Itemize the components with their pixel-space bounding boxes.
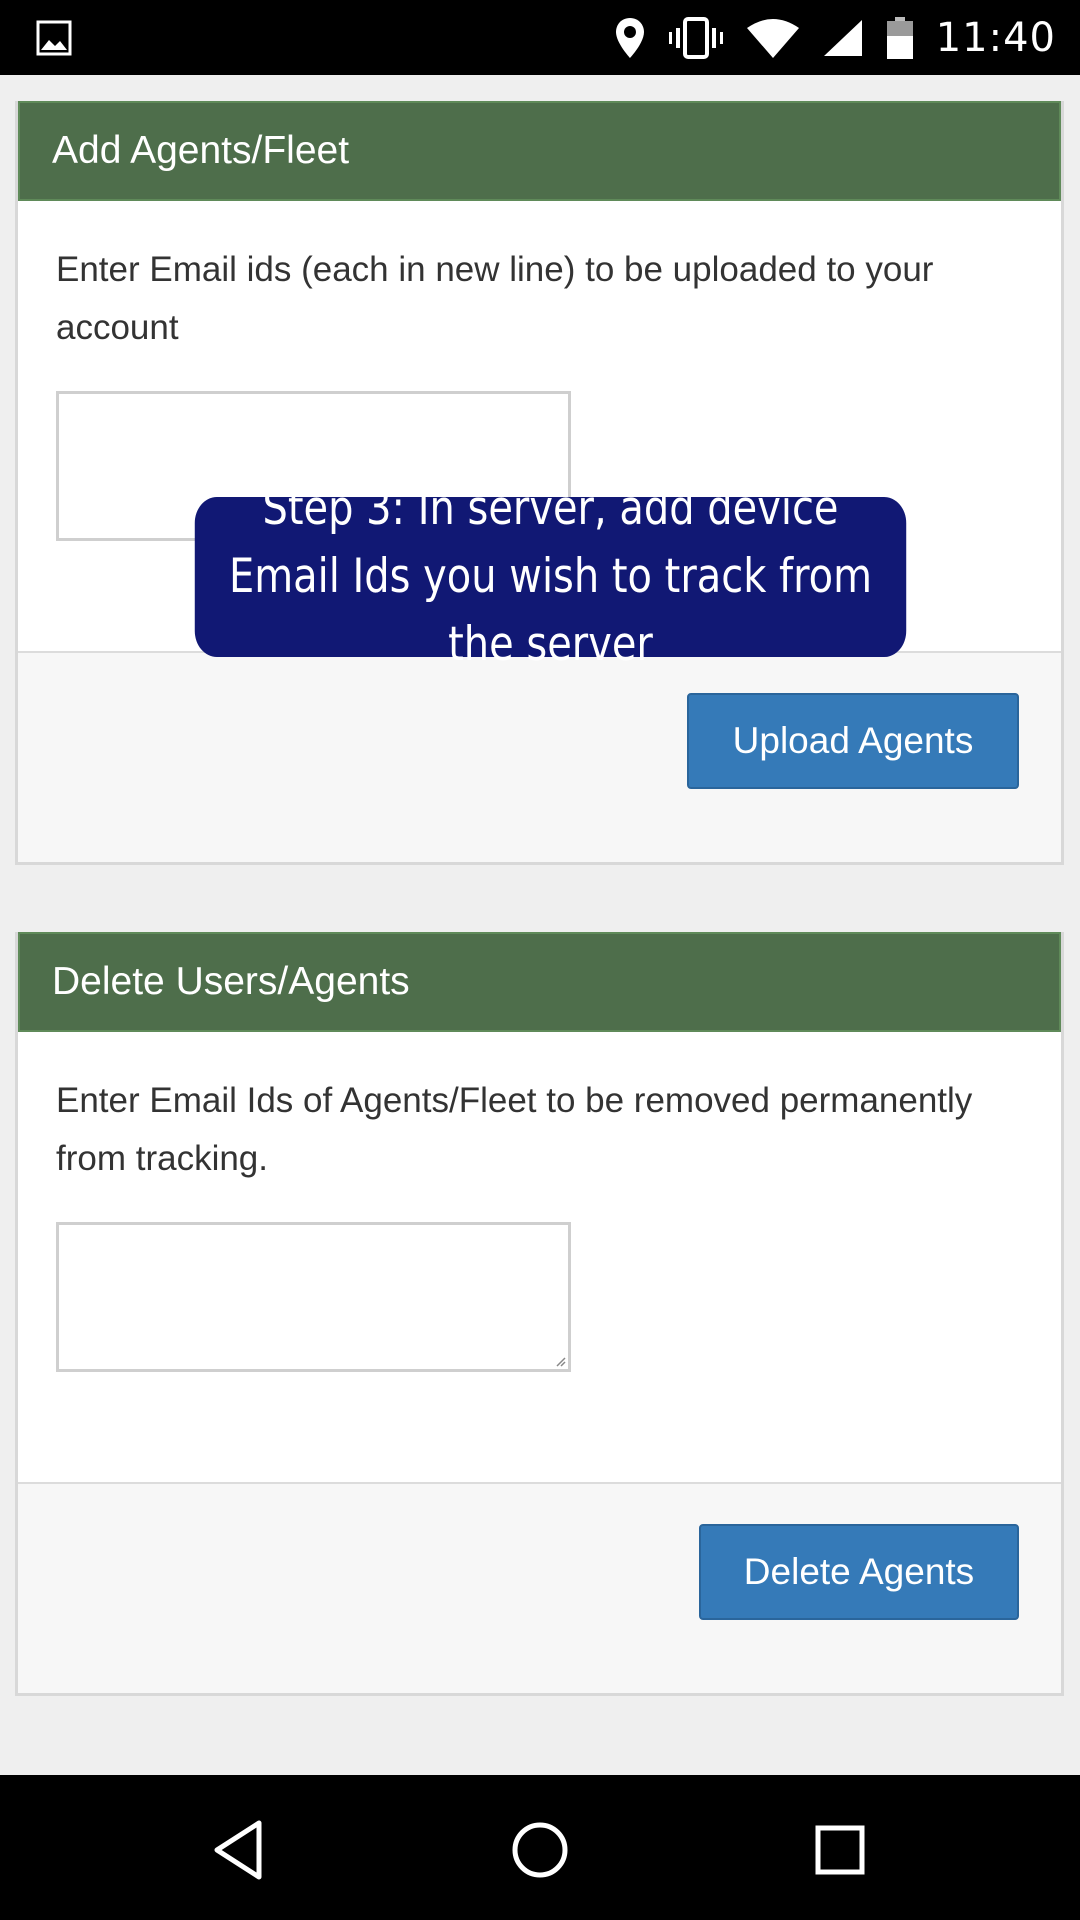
delete-agents-panel-title: Delete Users/Agents <box>18 932 1061 1032</box>
cell-signal-icon <box>823 19 862 56</box>
home-icon[interactable] <box>505 1815 575 1885</box>
page-content: Add Agents/Fleet Enter Email ids (each i… <box>0 75 1080 1775</box>
location-icon <box>615 17 644 58</box>
battery-icon <box>886 16 913 59</box>
status-time: 11:40 <box>935 14 1056 61</box>
delete-emails-textarea[interactable] <box>56 1222 571 1372</box>
resize-grip-icon[interactable] <box>554 1355 566 1367</box>
add-agents-description: Enter Email ids (each in new line) to be… <box>56 250 934 347</box>
delete-agents-panel: Delete Users/Agents Enter Email Ids of A… <box>15 932 1064 1696</box>
recents-icon[interactable] <box>805 1815 875 1885</box>
tutorial-callout: Step 3: In server, add device Email Ids … <box>194 481 907 672</box>
tutorial-callout-text: Step 3: In server, add device Email Ids … <box>228 481 873 672</box>
delete-agents-panel-footer: Delete Agents <box>18 1484 1061 1693</box>
vibrate-icon <box>668 16 723 59</box>
add-agents-panel-title: Add Agents/Fleet <box>18 101 1061 201</box>
delete-agents-panel-body: Enter Email Ids of Agents/Fleet to be re… <box>18 1032 1061 1484</box>
status-bar: 11:40 <box>0 0 1080 75</box>
delete-agents-description: Enter Email Ids of Agents/Fleet to be re… <box>56 1081 973 1178</box>
upload-agents-button[interactable]: Upload Agents <box>687 693 1019 789</box>
back-icon[interactable] <box>205 1815 275 1885</box>
wifi-icon <box>746 18 799 58</box>
image-icon <box>36 20 72 56</box>
delete-agents-button[interactable]: Delete Agents <box>699 1524 1019 1620</box>
navigation-bar <box>0 1775 1080 1920</box>
add-agents-panel-footer: Upload Agents <box>18 653 1061 862</box>
